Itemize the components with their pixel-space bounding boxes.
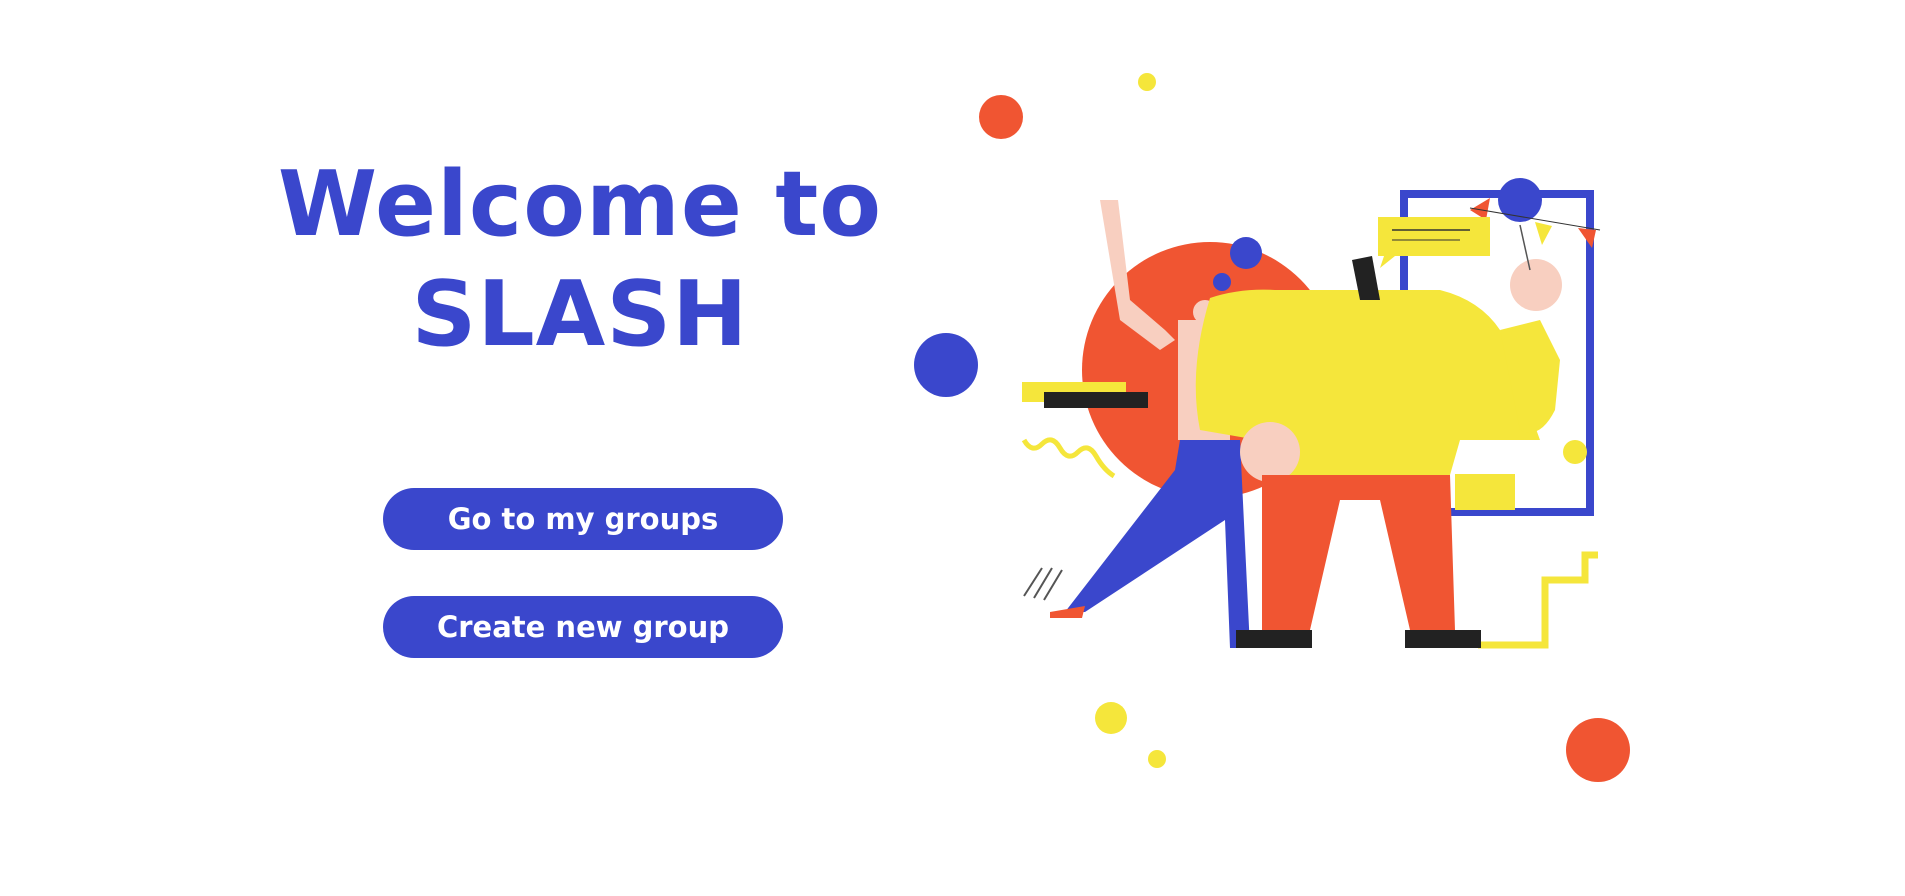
confetti-dot	[979, 95, 1023, 139]
right-person-shoe	[1405, 630, 1481, 648]
create-new-group-button[interactable]: Create new group	[383, 596, 783, 658]
stairs-shape	[1478, 551, 1598, 649]
people-celebrating-illustration	[914, 73, 1630, 782]
confetti-dot	[1095, 702, 1127, 734]
confetti-dot	[1566, 718, 1630, 782]
confetti-dot	[1138, 73, 1156, 91]
right-person-pants	[1262, 475, 1455, 630]
small-blue-dot	[1213, 273, 1231, 291]
confetti-dot	[1563, 440, 1587, 464]
flag-icon	[1535, 222, 1552, 245]
welcome-title: Welcome to SLASH	[250, 150, 910, 370]
balloon-icon	[1498, 178, 1542, 222]
speech-bubble-icon	[1378, 217, 1490, 268]
welcome-page: Welcome to SLASH Go to my groups Create …	[0, 0, 1905, 896]
squiggle-shape	[1021, 437, 1116, 479]
welcome-title-line2: SLASH	[411, 262, 749, 367]
confetti-dot	[914, 333, 978, 397]
left-person-shoe	[1050, 606, 1085, 618]
black-bar	[1044, 392, 1148, 408]
confetti-dot	[1148, 750, 1166, 768]
yellow-block	[1455, 474, 1515, 510]
small-blue-dot	[1230, 237, 1262, 269]
right-person-hand	[1240, 422, 1300, 482]
right-person-fist	[1510, 259, 1562, 311]
hatch-lines	[1023, 567, 1063, 601]
go-to-my-groups-button[interactable]: Go to my groups	[383, 488, 783, 550]
right-person-shoe	[1236, 630, 1312, 648]
welcome-title-line1: Welcome to	[277, 152, 883, 257]
